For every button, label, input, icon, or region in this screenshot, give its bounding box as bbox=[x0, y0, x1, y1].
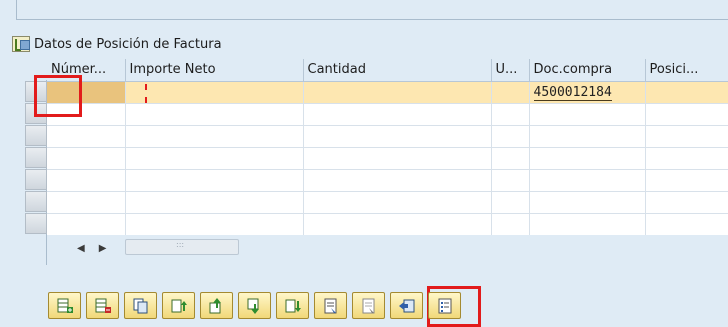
cell-unidad[interactable] bbox=[491, 191, 530, 214]
scroll-right-icon[interactable]: ▶ bbox=[99, 243, 107, 254]
cell-doc-compra[interactable] bbox=[529, 103, 646, 126]
cell-unidad[interactable] bbox=[491, 213, 530, 236]
cell-numero[interactable] bbox=[47, 147, 126, 170]
cell-unidad[interactable] bbox=[491, 125, 530, 148]
scroll-left-icon[interactable]: ◀ bbox=[77, 243, 85, 254]
details-list-button[interactable] bbox=[428, 292, 461, 319]
tree-structure-icon[interactable] bbox=[12, 36, 30, 52]
copy-row-icon bbox=[133, 298, 147, 313]
row-selector[interactable] bbox=[25, 213, 47, 234]
move-down-icon bbox=[247, 298, 259, 314]
cell-importe-neto[interactable] bbox=[125, 103, 304, 126]
cell-unidad[interactable] bbox=[491, 169, 530, 192]
delete-row-icon bbox=[95, 298, 111, 313]
cell-numero[interactable] bbox=[47, 81, 126, 104]
cell-cantidad[interactable] bbox=[303, 81, 492, 104]
cell-cantidad[interactable] bbox=[303, 147, 492, 170]
cell-posicion[interactable] bbox=[645, 147, 728, 170]
select-all-icon bbox=[324, 298, 336, 313]
deselect-all-button[interactable] bbox=[352, 292, 385, 319]
cell-doc-compra[interactable] bbox=[529, 169, 646, 192]
select-all-button[interactable] bbox=[314, 292, 347, 319]
sort-ascending-button[interactable] bbox=[162, 292, 195, 319]
cell-numero[interactable] bbox=[47, 213, 126, 236]
sort-descending-button[interactable] bbox=[276, 292, 309, 319]
row-selector-corner bbox=[25, 59, 47, 80]
copy-row-button[interactable] bbox=[124, 292, 157, 319]
row-selector-column bbox=[25, 59, 47, 235]
items-table: Númer... Importe Neto Cantidad U... Doc.… bbox=[47, 59, 728, 236]
cell-importe-neto[interactable] bbox=[125, 147, 304, 170]
sort-descending-icon bbox=[285, 299, 301, 312]
row-selector[interactable] bbox=[25, 147, 47, 168]
cell-unidad[interactable] bbox=[491, 81, 530, 104]
cell-cantidad[interactable] bbox=[303, 169, 492, 192]
cell-doc-compra[interactable]: 4500012184 bbox=[529, 81, 646, 104]
table-header-row: Númer... Importe Neto Cantidad U... Doc.… bbox=[47, 59, 728, 82]
move-up-button[interactable] bbox=[200, 292, 233, 319]
col-header-doc-compra[interactable]: Doc.compra bbox=[529, 59, 646, 82]
col-header-posicion[interactable]: Posici... bbox=[645, 59, 728, 82]
row-selector[interactable] bbox=[25, 169, 47, 190]
cell-posicion[interactable] bbox=[645, 191, 728, 214]
cell-posicion[interactable] bbox=[645, 103, 728, 126]
cell-numero[interactable] bbox=[47, 169, 126, 192]
cell-importe-neto[interactable] bbox=[125, 191, 304, 214]
move-up-icon bbox=[209, 297, 221, 313]
cell-importe-neto[interactable] bbox=[125, 213, 304, 236]
col-header-numero[interactable]: Númer... bbox=[47, 59, 126, 82]
cell-doc-compra[interactable] bbox=[529, 125, 646, 148]
details-list-icon bbox=[438, 298, 451, 313]
table-row[interactable] bbox=[47, 103, 728, 126]
col-header-cantidad[interactable]: Cantidad bbox=[303, 59, 492, 82]
cell-cantidad[interactable] bbox=[303, 191, 492, 214]
table-row[interactable] bbox=[47, 169, 728, 192]
row-selector[interactable] bbox=[25, 103, 47, 124]
cell-unidad[interactable] bbox=[491, 103, 530, 126]
horizontal-scrollbar[interactable]: ◀ ▶ bbox=[47, 235, 728, 265]
col-header-unidad[interactable]: U... bbox=[491, 59, 530, 82]
row-selector[interactable] bbox=[25, 125, 47, 146]
cell-posicion[interactable] bbox=[645, 213, 728, 236]
cell-unidad[interactable] bbox=[491, 147, 530, 170]
cell-doc-compra[interactable] bbox=[529, 213, 646, 236]
cell-posicion[interactable] bbox=[645, 125, 728, 148]
cell-importe-neto[interactable] bbox=[125, 81, 304, 104]
cell-doc-compra[interactable] bbox=[529, 191, 646, 214]
section-title: Datos de Posición de Factura bbox=[34, 36, 222, 52]
sort-ascending-icon bbox=[171, 299, 187, 312]
scrollbar-thumb[interactable] bbox=[125, 239, 239, 255]
transfer-icon bbox=[398, 299, 414, 312]
upper-frame bbox=[16, 0, 728, 20]
cell-importe-neto[interactable] bbox=[125, 169, 304, 192]
move-down-button[interactable] bbox=[238, 292, 271, 319]
table-toolbar bbox=[48, 292, 461, 319]
transfer-button[interactable] bbox=[390, 292, 423, 319]
cell-posicion[interactable] bbox=[645, 81, 728, 104]
table-row[interactable] bbox=[47, 191, 728, 214]
cell-posicion[interactable] bbox=[645, 169, 728, 192]
deselect-all-icon bbox=[362, 298, 374, 313]
col-header-importe-neto[interactable]: Importe Neto bbox=[125, 59, 304, 82]
invoice-items-grid: Númer... Importe Neto Cantidad U... Doc.… bbox=[25, 59, 728, 265]
cell-cantidad[interactable] bbox=[303, 213, 492, 236]
delete-row-button[interactable] bbox=[86, 292, 119, 319]
section-header: Datos de Posición de Factura bbox=[12, 34, 222, 54]
row-selector[interactable] bbox=[25, 191, 47, 212]
insert-row-button[interactable] bbox=[48, 292, 81, 319]
cell-cantidad[interactable] bbox=[303, 103, 492, 126]
cell-numero[interactable] bbox=[47, 191, 126, 214]
cell-numero[interactable] bbox=[47, 125, 126, 148]
cell-doc-compra[interactable] bbox=[529, 147, 646, 170]
table-row[interactable] bbox=[47, 147, 728, 170]
cell-cantidad[interactable] bbox=[303, 125, 492, 148]
doc-compra-link[interactable]: 4500012184 bbox=[533, 84, 612, 101]
cell-numero[interactable] bbox=[47, 103, 126, 126]
table-row[interactable] bbox=[47, 125, 728, 148]
table-row[interactable]: 4500012184 bbox=[47, 81, 728, 104]
cell-importe-neto[interactable] bbox=[125, 125, 304, 148]
row-selector[interactable] bbox=[25, 81, 47, 102]
insert-row-icon bbox=[57, 298, 73, 313]
table-row[interactable] bbox=[47, 213, 728, 236]
